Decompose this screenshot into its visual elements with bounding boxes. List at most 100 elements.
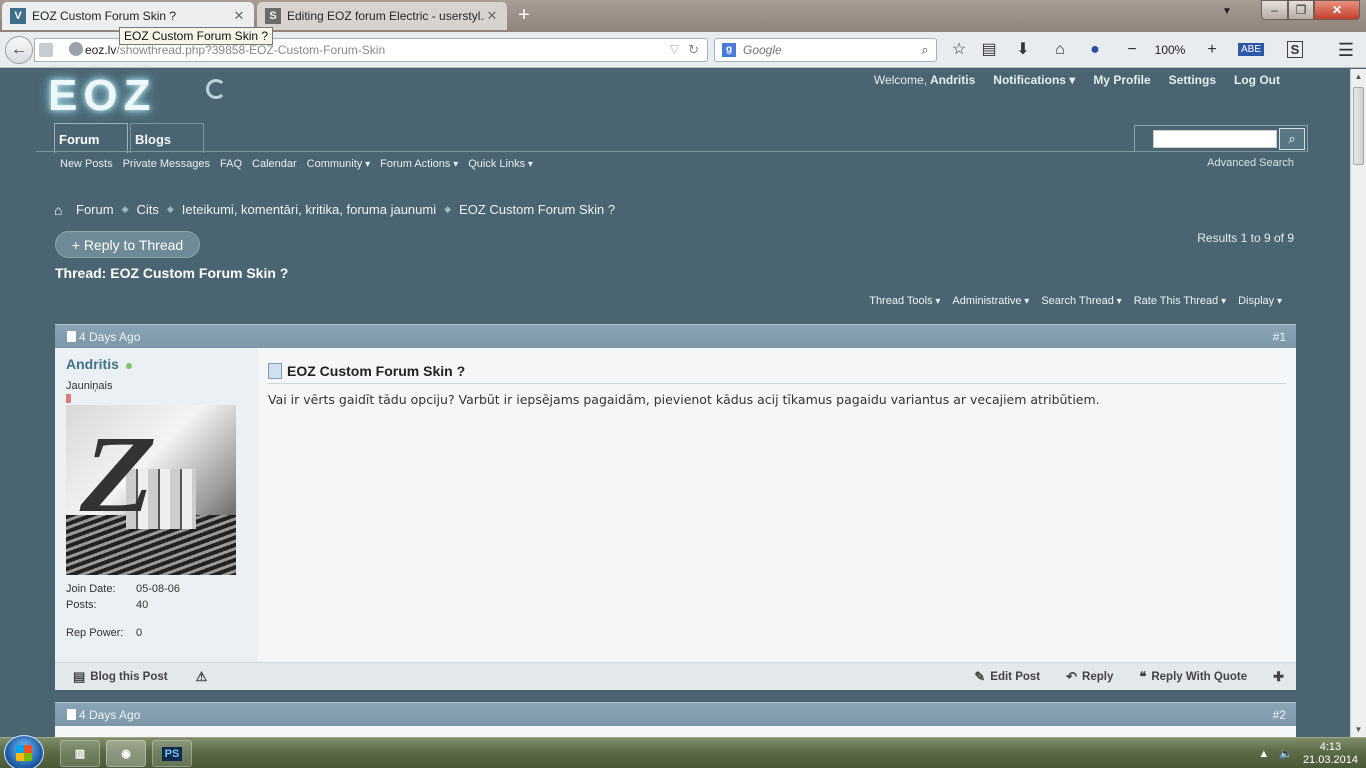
join-date-label: Join Date: <box>66 583 116 595</box>
advanced-search-link[interactable]: Advanced Search <box>1207 157 1294 169</box>
menu-icon[interactable]: ☰ <box>1334 38 1358 62</box>
close-tab-icon[interactable]: ✕ <box>485 8 499 24</box>
page-scrollbar[interactable]: ▲ ▼ <box>1350 69 1366 737</box>
scroll-up-icon[interactable]: ▲ <box>1351 69 1366 84</box>
stylish-icon[interactable]: S <box>1286 41 1304 58</box>
tab-forum[interactable]: Forum <box>54 123 128 153</box>
reader-icon[interactable]: ▤ <box>977 38 1001 62</box>
my-profile-link[interactable]: My Profile <box>1093 73 1150 87</box>
post-number[interactable]: #1 <box>1273 330 1286 344</box>
rate-thread-menu[interactable]: Rate This Thread <box>1134 295 1226 307</box>
zoom-out-icon[interactable]: − <box>1120 38 1144 62</box>
breadcrumb-forum[interactable]: Forum <box>76 202 114 217</box>
scroll-thumb[interactable] <box>1353 87 1364 165</box>
subnav-faq[interactable]: FAQ <box>220 158 242 170</box>
star-icon[interactable]: ☆ <box>947 38 971 62</box>
google-engine-icon[interactable]: g <box>715 39 743 61</box>
reload-icon[interactable]: ↻ <box>688 42 699 58</box>
report-post-button[interactable]: ⚠ <box>196 669 208 685</box>
subnav-new-posts[interactable]: New Posts <box>60 158 113 170</box>
web-search-input[interactable] <box>743 43 914 57</box>
tab-tooltip: EOZ Custom Forum Skin ? <box>119 27 274 45</box>
post-number[interactable]: #2 <box>1273 708 1286 722</box>
clock[interactable]: 4:13 21.03.2014 <box>1303 741 1358 767</box>
subnav-community[interactable]: Community <box>307 158 370 170</box>
site-tabs: Forum Blogs <box>54 123 204 153</box>
window-close-button[interactable]: ✕ <box>1314 0 1360 20</box>
rep-power-label: Rep Power: <box>66 627 124 639</box>
new-tab-button[interactable]: + <box>512 4 536 28</box>
minimize-button[interactable]: – <box>1261 0 1288 20</box>
pencil-icon: ✎ <box>974 668 986 684</box>
avatar[interactable]: Z <box>66 405 236 575</box>
site-logo[interactable]: EOZ <box>48 71 238 120</box>
notifications-menu[interactable]: Notifications ▾ <box>993 73 1075 87</box>
start-button[interactable] <box>4 735 44 768</box>
settings-link[interactable]: Settings <box>1169 73 1216 87</box>
zoom-level[interactable]: 100% <box>1150 38 1190 62</box>
site-favicon-icon: V <box>10 8 26 24</box>
browser-tab-active[interactable]: V EOZ Custom Forum Skin ? ✕ <box>2 2 254 30</box>
subnav-calendar[interactable]: Calendar <box>252 158 297 170</box>
breadcrumb-current: EOZ Custom Forum Skin ? <box>459 202 616 217</box>
user-links: Welcome, Andritis Notifications ▾ My Pro… <box>874 73 1280 87</box>
warning-icon: ⚠ <box>195 668 208 684</box>
breadcrumb-cits[interactable]: Cits <box>136 202 158 217</box>
firefox-icon[interactable]: ◉ <box>106 740 146 767</box>
reply-with-quote-button[interactable]: ❝ Reply With Quote <box>1139 669 1247 685</box>
logout-link[interactable]: Log Out <box>1234 73 1280 87</box>
subnav-forum-actions[interactable]: Forum Actions <box>380 158 458 170</box>
back-icon[interactable]: ← <box>5 36 33 64</box>
clock-time: 4:13 <box>1319 740 1342 753</box>
close-tab-icon[interactable]: ✕ <box>232 8 246 24</box>
search-icon[interactable]: ⌕ <box>1279 128 1305 150</box>
subnav-quick-links[interactable]: Quick Links <box>468 158 533 170</box>
thread-tools-bar: Thread Tools Administrative Search Threa… <box>869 295 1282 307</box>
file-explorer-icon[interactable]: ▥ <box>60 740 100 767</box>
breadcrumb-separator-icon: ◆ <box>121 204 129 214</box>
tray-expand-icon[interactable]: ▲ <box>1258 748 1269 760</box>
photoshop-label: PS <box>161 746 183 761</box>
globe-icon <box>69 42 83 56</box>
volume-icon[interactable]: 🔈 <box>1279 747 1293 760</box>
home-icon[interactable]: ⌂ <box>54 203 68 217</box>
tab-blogs[interactable]: Blogs <box>130 123 204 153</box>
web-search-bar[interactable]: g ⌕ <box>714 38 937 62</box>
site-search-input[interactable] <box>1153 130 1277 148</box>
edit-post-button[interactable]: ✎ Edit Post <box>974 669 1040 685</box>
breadcrumb-subforum[interactable]: Ieteikumi, komentāri, kritika, foruma ja… <box>182 202 436 217</box>
thread-tools-menu[interactable]: Thread Tools <box>869 295 940 307</box>
breadcrumb: ⌂ Forum ◆ Cits ◆ Ieteikumi, komentāri, k… <box>54 202 615 217</box>
home-icon[interactable]: ⌂ <box>1048 38 1072 62</box>
search-icon[interactable]: ⌕ <box>914 42 936 58</box>
search-thread-menu[interactable]: Search Thread <box>1041 295 1121 307</box>
maximize-button[interactable]: ❐ <box>1288 0 1314 20</box>
logo-swirl-icon <box>206 79 226 99</box>
reply-quote-label: Reply With Quote <box>1151 670 1248 683</box>
addon-icon[interactable]: ● <box>1083 38 1107 62</box>
online-status-icon <box>126 362 133 369</box>
post-username[interactable]: Andritis <box>66 356 119 372</box>
multi-quote-button[interactable]: ✚ <box>1273 669 1284 685</box>
taskbar: ▥ ◉ PS ▲ 🔈 4:13 21.03.2014 <box>0 735 1366 768</box>
identity-icon[interactable] <box>39 43 53 57</box>
browser-tab[interactable]: S Editing EOZ forum Electric - userstyl.… <box>257 2 507 30</box>
username-link[interactable]: Andritis <box>930 73 975 87</box>
reply-to-thread-button[interactable]: + Reply to Thread <box>55 231 200 258</box>
rep-power-stat: Rep Power: 0 <box>66 627 247 639</box>
edit-label: Edit Post <box>990 670 1041 683</box>
bookmark-dropdown-icon[interactable]: ▽ <box>670 42 679 56</box>
scroll-down-icon[interactable]: ▼ <box>1351 722 1366 737</box>
blog-this-post-button[interactable]: ▤ Blog this Post <box>73 669 168 685</box>
display-menu[interactable]: Display <box>1238 295 1282 307</box>
zoom-in-icon[interactable]: + <box>1200 38 1224 62</box>
tab-list-icon[interactable]: ▼ <box>1222 6 1232 17</box>
abe-icon[interactable]: ABE <box>1238 43 1265 56</box>
breadcrumb-separator-icon: ◆ <box>166 204 174 214</box>
subnav-private-messages[interactable]: Private Messages <box>123 158 210 170</box>
administrative-menu[interactable]: Administrative <box>952 295 1029 307</box>
download-icon[interactable]: ⬇ <box>1011 38 1035 62</box>
photoshop-icon[interactable]: PS <box>152 740 192 767</box>
reply-button[interactable]: ↶ Reply <box>1066 669 1113 685</box>
sub-navigation: New Posts Private Messages FAQ Calendar … <box>60 158 533 170</box>
